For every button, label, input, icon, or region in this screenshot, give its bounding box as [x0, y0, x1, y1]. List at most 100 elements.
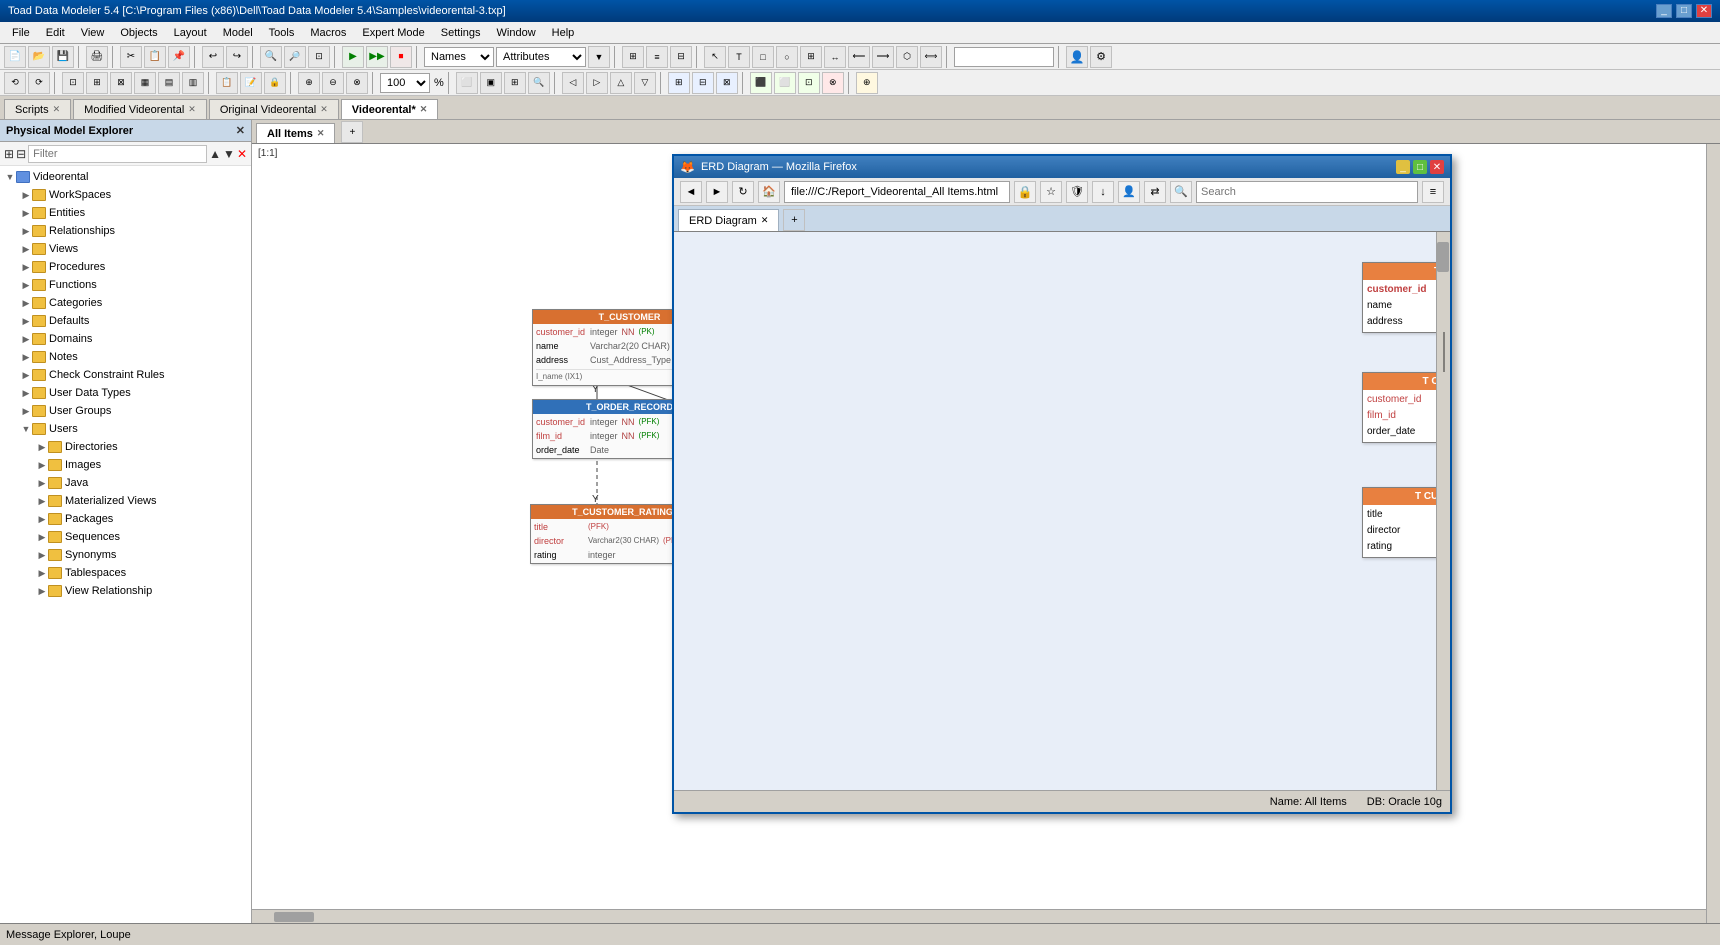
tb-tool-2[interactable]: T: [728, 46, 750, 68]
tb2-20[interactable]: ▷: [586, 72, 608, 94]
tb2-28[interactable]: ⊡: [798, 72, 820, 94]
tree-item-user-groups[interactable]: ▶ User Groups: [0, 402, 251, 420]
expand-view-relationship[interactable]: ▶: [36, 586, 48, 597]
tb2-24[interactable]: ⊟: [692, 72, 714, 94]
tb2-11[interactable]: 🔒: [264, 72, 286, 94]
tb2-29[interactable]: ⊗: [822, 72, 844, 94]
tb-zoom-in-btn[interactable]: 🔍: [260, 46, 282, 68]
tb-tool-8[interactable]: ⟶: [872, 46, 894, 68]
tb-tool-6[interactable]: ↔: [824, 46, 846, 68]
tb-tool-5[interactable]: ⊞: [800, 46, 822, 68]
expand-views[interactable]: ▶: [20, 244, 32, 255]
menu-layout[interactable]: Layout: [166, 22, 215, 44]
expand-entities[interactable]: ▶: [20, 208, 32, 219]
tb-copy-btn[interactable]: 📋: [144, 46, 166, 68]
inner-tab-all-items[interactable]: All Items ✕: [256, 123, 335, 143]
tb2-3[interactable]: ⊡: [62, 72, 84, 94]
expand-workspaces[interactable]: ▶: [20, 190, 32, 201]
menu-objects[interactable]: Objects: [112, 22, 165, 44]
panel-collapse-icon[interactable]: ⊟: [16, 147, 26, 161]
tab-original-close[interactable]: ✕: [320, 104, 328, 115]
tree-item-defaults[interactable]: ▶ Defaults: [0, 312, 251, 330]
tb-stop-btn[interactable]: ⏹: [390, 46, 412, 68]
erd-tab-diagram-close[interactable]: ✕: [761, 215, 769, 226]
expand-users[interactable]: ▼: [20, 424, 32, 434]
tb2-17[interactable]: ⊞: [504, 72, 526, 94]
panel-expand-icon[interactable]: ⊞: [4, 147, 14, 161]
tb-new-btn[interactable]: 📄: [4, 46, 26, 68]
expand-procedures[interactable]: ▶: [20, 262, 32, 273]
tree-item-check-constraint-rules[interactable]: ▶ Check Constraint Rules: [0, 366, 251, 384]
expand-domains[interactable]: ▶: [20, 334, 32, 345]
panel-down-icon[interactable]: ▼: [223, 147, 235, 161]
expand-images[interactable]: ▶: [36, 460, 48, 471]
expand-synonyms[interactable]: ▶: [36, 550, 48, 561]
tb-run-btn[interactable]: ▶▶: [366, 46, 388, 68]
erd-star-btn[interactable]: ☆: [1040, 181, 1062, 203]
menu-model[interactable]: Model: [215, 22, 261, 44]
panel-filter-input[interactable]: [28, 145, 207, 163]
diagram-canvas[interactable]: [1:1] Y Y T_CUSTOMER customer_idintegerN…: [252, 144, 1720, 923]
tb2-8[interactable]: ▥: [182, 72, 204, 94]
tab-scripts[interactable]: Scripts ✕: [4, 99, 71, 119]
tree-item-workspaces[interactable]: ▶ WorkSpaces: [0, 186, 251, 204]
tb2-27[interactable]: ⬜: [774, 72, 796, 94]
erd-user-btn[interactable]: 👤: [1118, 181, 1140, 203]
tb-align-btn[interactable]: ≡: [646, 46, 668, 68]
erd-tab-diagram[interactable]: ERD Diagram ✕: [678, 209, 779, 231]
tb-save-btn[interactable]: 💾: [52, 46, 74, 68]
close-btn[interactable]: ✕: [1696, 4, 1712, 18]
expand-java[interactable]: ▶: [36, 478, 48, 489]
tb2-19[interactable]: ◁: [562, 72, 584, 94]
expand-categories[interactable]: ▶: [20, 298, 32, 309]
tree-item-sequences[interactable]: ▶ Sequences: [0, 528, 251, 546]
diagram-scrollbar-right[interactable]: [1706, 144, 1720, 923]
erd-title-controls[interactable]: _ □ ✕: [1396, 160, 1444, 174]
tb-fit-btn[interactable]: ⊡: [308, 46, 330, 68]
inner-tab-add-btn[interactable]: +: [341, 121, 363, 143]
expand-directories[interactable]: ▶: [36, 442, 48, 453]
tb2-25[interactable]: ⊠: [716, 72, 738, 94]
tb-paste-btn[interactable]: 📌: [168, 46, 190, 68]
inner-tab-all-items-close[interactable]: ✕: [317, 128, 325, 139]
tb2-9[interactable]: 📋: [216, 72, 238, 94]
tb-search-input[interactable]: [954, 47, 1054, 67]
erd-content-scrollbar[interactable]: [1436, 232, 1450, 790]
expand-notes[interactable]: ▶: [20, 352, 32, 363]
tree-item-view-relationship[interactable]: ▶ View Relationship: [0, 582, 251, 600]
tb2-26[interactable]: ⬛: [750, 72, 772, 94]
erd-maximize-btn[interactable]: □: [1413, 160, 1427, 174]
tb-settings-btn[interactable]: ⚙: [1090, 46, 1112, 68]
tb-space-btn[interactable]: ⊟: [670, 46, 692, 68]
erd-home-btn[interactable]: 🏠: [758, 181, 780, 203]
tb2-zoom-select[interactable]: 100: [380, 73, 430, 93]
menu-edit[interactable]: Edit: [38, 22, 73, 44]
tab-scripts-close[interactable]: ✕: [53, 104, 61, 115]
erd-download-btn[interactable]: ↓: [1092, 181, 1114, 203]
expand-check-constraint[interactable]: ▶: [20, 370, 32, 381]
tb-auto-layout-btn[interactable]: ⊞: [622, 46, 644, 68]
erd-search-input[interactable]: [1196, 181, 1418, 203]
panel-header-controls[interactable]: ✕: [236, 124, 245, 137]
tb-user-btn[interactable]: 👤: [1066, 46, 1088, 68]
menu-macros[interactable]: Macros: [302, 22, 354, 44]
tb-tool-10[interactable]: ⟺: [920, 46, 942, 68]
tab-modified-close[interactable]: ✕: [188, 104, 196, 115]
tree-item-procedures[interactable]: ▶ Procedures: [0, 258, 251, 276]
menu-window[interactable]: Window: [489, 22, 544, 44]
tree-item-packages[interactable]: ▶ Packages: [0, 510, 251, 528]
erd-forward-btn[interactable]: ►: [706, 181, 728, 203]
menu-file[interactable]: File: [4, 22, 38, 44]
tree-item-views[interactable]: ▶ Views: [0, 240, 251, 258]
diagram-scrollbar-bottom[interactable]: [252, 909, 1706, 923]
menu-help[interactable]: Help: [544, 22, 583, 44]
tb-print-btn[interactable]: 🖨: [86, 46, 108, 68]
minimize-btn[interactable]: _: [1656, 4, 1672, 18]
menu-view[interactable]: View: [73, 22, 113, 44]
tb2-7[interactable]: ▤: [158, 72, 180, 94]
tb2-15[interactable]: ⬜: [456, 72, 478, 94]
menu-settings[interactable]: Settings: [433, 22, 489, 44]
erd-close-btn[interactable]: ✕: [1430, 160, 1444, 174]
tree-item-tablespaces[interactable]: ▶ Tablespaces: [0, 564, 251, 582]
erd-minimize-btn[interactable]: _: [1396, 160, 1410, 174]
